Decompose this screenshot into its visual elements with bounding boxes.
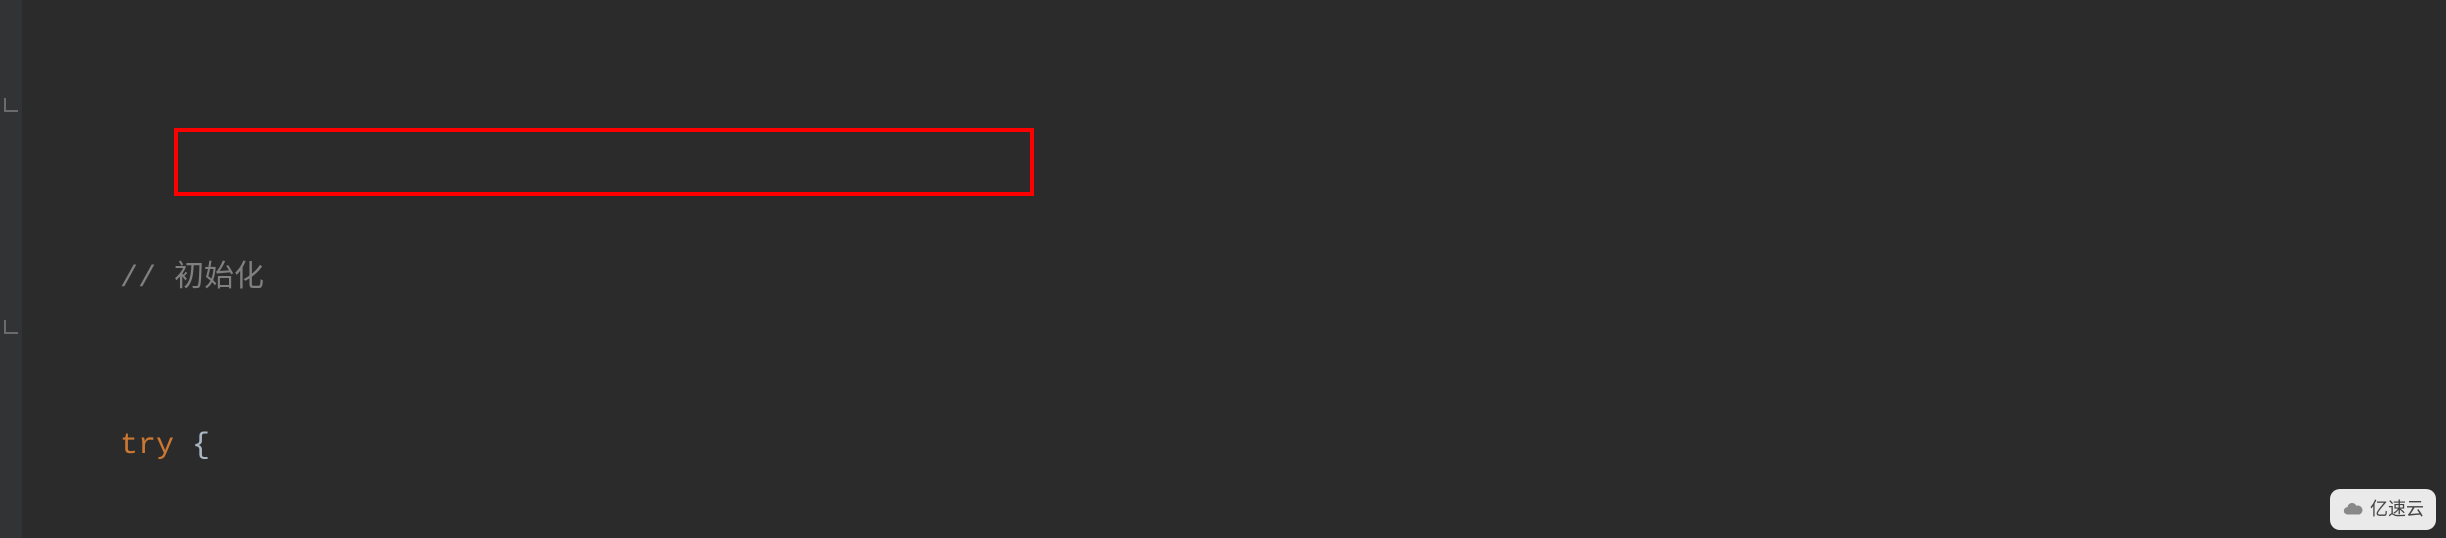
- watermark-text: 亿速云: [2370, 493, 2424, 526]
- watermark-badge: 亿速云: [2330, 489, 2436, 530]
- brace-open: {: [174, 429, 210, 463]
- code-comment: // 初始化: [120, 262, 264, 296]
- code-editor[interactable]: // 初始化 try { invokeInitMethods(beanName,…: [0, 0, 2446, 538]
- cloud-icon: [2342, 498, 2364, 520]
- keyword-try: try: [120, 429, 174, 463]
